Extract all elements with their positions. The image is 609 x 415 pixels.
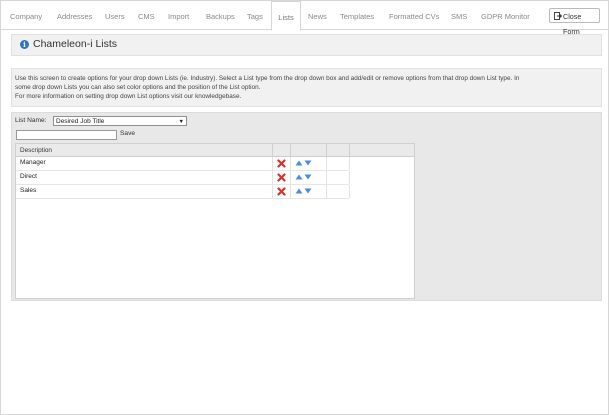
column-divider	[272, 171, 273, 184]
sign-out-icon	[554, 12, 562, 20]
column-divider	[326, 185, 327, 198]
option-description: Sales	[20, 187, 37, 194]
tab-templates[interactable]: Templates	[340, 1, 374, 29]
list-name-select[interactable]: Desired Job Title ▼	[53, 116, 187, 126]
tab-tags[interactable]: Tags	[247, 1, 263, 29]
tab-sms[interactable]: SMS	[451, 1, 467, 29]
move-down-icon[interactable]	[304, 160, 312, 166]
column-divider	[272, 185, 273, 198]
column-divider	[349, 171, 350, 184]
column-divider	[326, 171, 327, 184]
info-icon: i	[20, 40, 29, 49]
tab-gdpr-monitor[interactable]: GDPR Monitor	[481, 1, 530, 29]
column-divider	[272, 144, 273, 156]
column-divider	[349, 157, 350, 170]
column-divider	[290, 185, 291, 198]
column-divider	[349, 144, 350, 156]
tab-company[interactable]: Company	[10, 1, 42, 29]
table-row: Manager	[16, 157, 350, 171]
option-description: Manager	[20, 159, 46, 166]
column-divider	[272, 157, 273, 170]
info-text-line-1: Use this screen to create options for yo…	[15, 75, 520, 82]
move-down-icon[interactable]	[304, 174, 312, 180]
list-name-selected-value: Desired Job Title	[56, 118, 105, 125]
column-divider	[349, 185, 350, 198]
delete-icon[interactable]	[277, 187, 286, 196]
info-text-line-3: For more information on setting drop dow…	[15, 93, 242, 100]
delete-icon[interactable]	[277, 173, 286, 182]
info-panel: Use this screen to create options for yo…	[11, 68, 602, 107]
move-down-icon[interactable]	[304, 188, 312, 194]
tab-backups[interactable]: Backups	[206, 1, 235, 29]
new-option-input[interactable]	[16, 130, 117, 140]
tab-import[interactable]: Import	[168, 1, 189, 29]
column-divider	[326, 144, 327, 156]
table-row: Sales	[16, 185, 350, 199]
table-row: Direct	[16, 171, 350, 185]
move-up-icon[interactable]	[295, 188, 303, 194]
move-up-icon[interactable]	[295, 174, 303, 180]
column-divider	[326, 157, 327, 170]
column-divider	[290, 144, 291, 156]
column-header-description: Description	[20, 147, 52, 154]
tab-news[interactable]: News	[308, 1, 327, 29]
tab-users[interactable]: Users	[105, 1, 125, 29]
info-text-line-2: some drop down Lists you can also set co…	[15, 84, 261, 91]
tab-cms[interactable]: CMS	[138, 1, 155, 29]
save-button[interactable]: Save	[120, 130, 135, 137]
move-up-icon[interactable]	[295, 160, 303, 166]
column-divider	[290, 171, 291, 184]
list-name-label: List Name:	[15, 117, 47, 124]
list-editor-panel: List Name: Desired Job Title ▼ Save Desc…	[11, 112, 602, 301]
tab-bar: Company Addresses Users CMS Import Backu…	[1, 1, 608, 36]
window-frame: Company Addresses Users CMS Import Backu…	[0, 0, 609, 415]
tab-formatted-cvs[interactable]: Formatted CVs	[389, 1, 439, 29]
page-header: i Chameleon-i Lists	[11, 34, 602, 56]
delete-icon[interactable]	[277, 159, 286, 168]
options-table: Description Manager Direct Sales	[15, 143, 415, 299]
tab-addresses[interactable]: Addresses	[57, 1, 92, 29]
tab-lists[interactable]: Lists	[271, 1, 301, 31]
table-header: Description	[16, 144, 414, 157]
page-title: Chameleon-i Lists	[33, 38, 118, 50]
close-form-button[interactable]: Close Form	[549, 8, 600, 36]
column-divider	[290, 157, 291, 170]
dropdown-arrow-icon: ▼	[178, 119, 184, 125]
option-description: Direct	[20, 173, 37, 180]
